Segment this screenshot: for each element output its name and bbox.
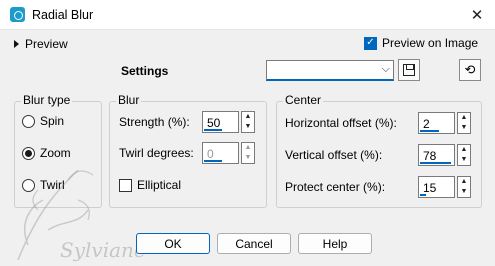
protect-level-bar — [420, 194, 426, 196]
twirl-arrows[interactable]: ▲ ▼ — [241, 142, 255, 164]
save-preset-button[interactable] — [398, 59, 420, 81]
vertical-offset-value: 78 — [423, 149, 437, 163]
preview-on-image-checkbox[interactable]: ✓ Preview on Image — [364, 36, 478, 50]
vertical-arrows[interactable]: ▲ ▼ — [457, 144, 471, 166]
preview-on-image-label: Preview on Image — [382, 36, 479, 50]
chevron-down-icon: ⌵ — [381, 63, 390, 75]
app-icon — [10, 7, 25, 22]
watermark-signature: Sylviane — [60, 238, 146, 262]
checkmark-icon: ✓ — [364, 36, 377, 50]
strength-value: 50 — [207, 116, 221, 130]
vertical-level-bar — [420, 162, 451, 164]
radio-spin-label: Spin — [40, 114, 65, 128]
cancel-button[interactable]: Cancel — [217, 233, 291, 254]
strength-label: Strength (%): — [119, 115, 190, 129]
twirl-input[interactable]: 0 — [202, 142, 239, 164]
protect-center-value: 15 — [423, 181, 437, 195]
horizontal-arrows[interactable]: ▲ ▼ — [457, 112, 471, 134]
vertical-offset-spinner[interactable]: 78 ▲ ▼ — [418, 144, 471, 166]
reset-icon: ⟲ — [464, 62, 476, 77]
vertical-offset-input[interactable]: 78 — [418, 144, 455, 166]
center-group: Center Horizontal offset (%): 2 ▲ ▼ Verti… — [276, 93, 482, 208]
horizontal-offset-spinner[interactable]: 2 ▲ ▼ — [418, 112, 471, 134]
preview-label: Preview — [25, 37, 68, 51]
horizontal-level-bar — [420, 130, 439, 132]
floppy-disk-icon — [403, 64, 415, 76]
radio-spin[interactable]: Spin — [22, 114, 64, 128]
help-button[interactable]: Help — [298, 233, 372, 254]
expand-arrow-icon — [14, 40, 19, 48]
reset-defaults-button[interactable]: ⟲ — [459, 59, 481, 81]
strength-level-bar — [204, 129, 222, 131]
window-title: Radial Blur — [32, 8, 94, 22]
strength-spinner[interactable]: 50 ▲ ▼ — [202, 111, 255, 133]
twirl-spinner[interactable]: 0 ▲ ▼ — [202, 142, 255, 164]
horizontal-offset-input[interactable]: 2 — [418, 112, 455, 134]
settings-label: Settings — [121, 64, 169, 78]
protect-arrows[interactable]: ▲ ▼ — [457, 176, 471, 198]
preview-toggle[interactable]: Preview — [14, 37, 68, 51]
blur-title: Blur — [116, 93, 142, 107]
twirl-value: 0 — [207, 147, 214, 161]
twirl-level-bar — [204, 160, 222, 162]
title-bar: Radial Blur ✕ — [0, 0, 495, 30]
strength-input[interactable]: 50 — [202, 111, 239, 133]
settings-dropdown[interactable]: ⌵ — [266, 60, 394, 81]
strength-arrows[interactable]: ▲ ▼ — [241, 111, 255, 133]
vertical-offset-label: Vertical offset (%): — [285, 148, 383, 162]
center-title: Center — [283, 93, 324, 107]
close-button[interactable]: ✕ — [459, 0, 495, 30]
protect-center-input[interactable]: 15 — [418, 176, 455, 198]
protect-center-spinner[interactable]: 15 ▲ ▼ — [418, 176, 471, 198]
protect-center-label: Protect center (%): — [285, 180, 386, 194]
ok-button[interactable]: OK — [136, 233, 210, 254]
blur-type-title: Blur type — [21, 93, 73, 107]
horizontal-offset-label: Horizontal offset (%): — [285, 116, 397, 130]
horizontal-offset-value: 2 — [423, 117, 430, 131]
radio-icon — [22, 114, 35, 128]
